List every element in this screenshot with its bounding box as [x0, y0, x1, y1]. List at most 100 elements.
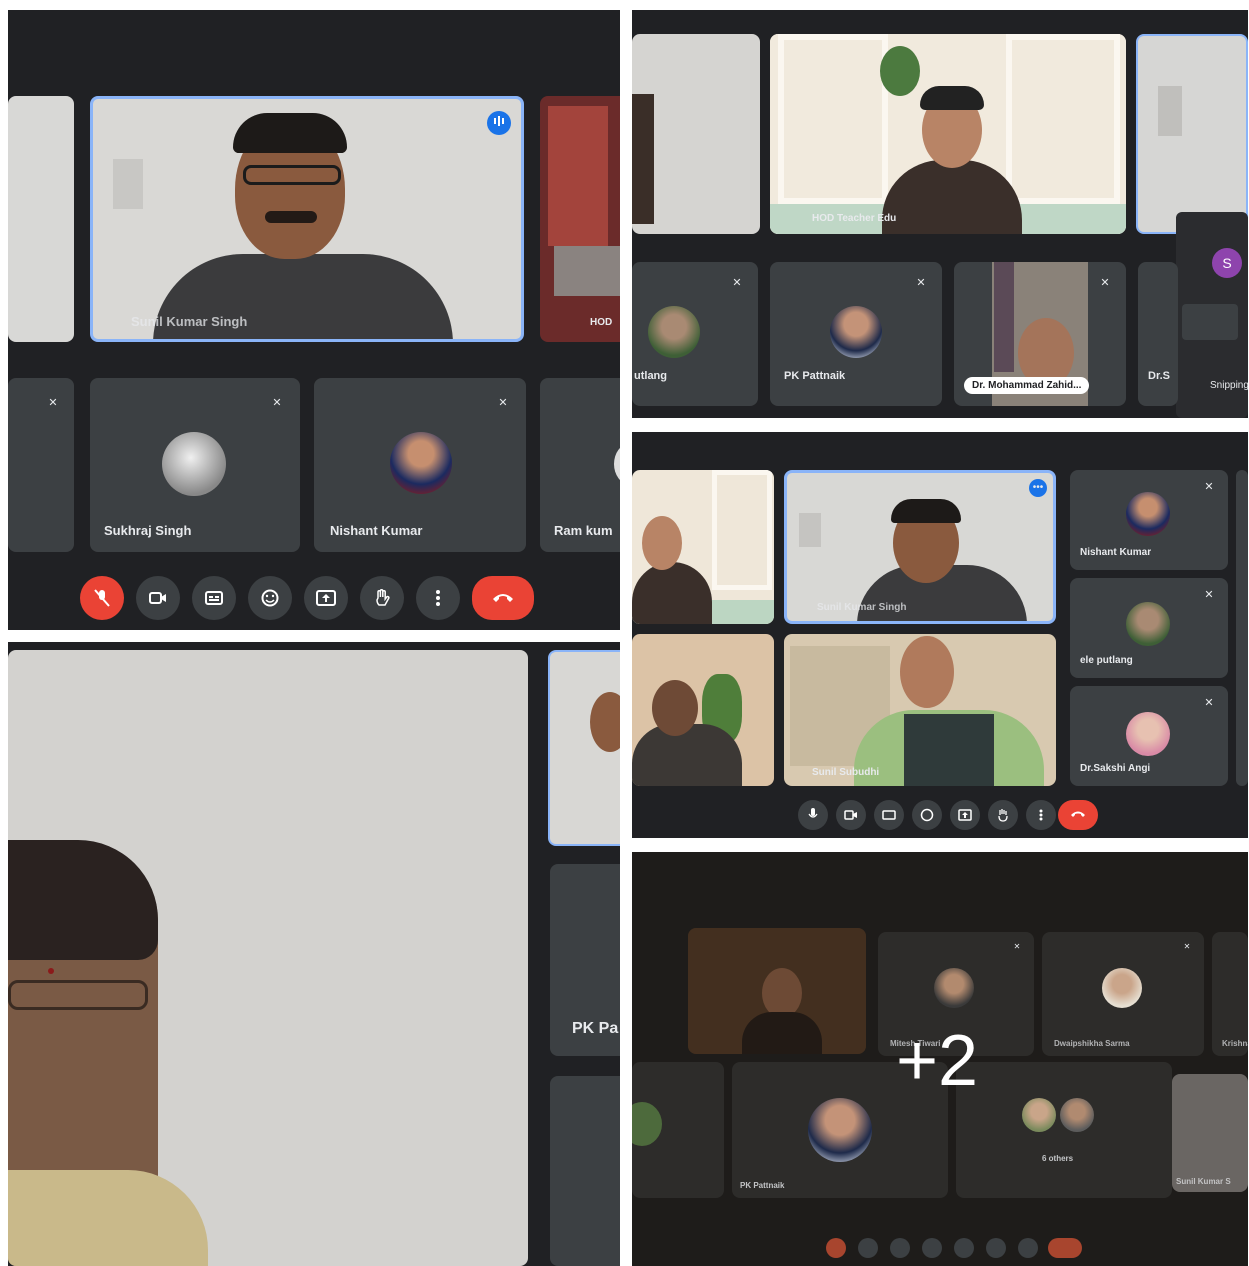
participant-video[interactable] — [632, 470, 774, 624]
present-button[interactable] — [950, 800, 980, 830]
avatar — [162, 432, 226, 496]
participant-tile-cut[interactable] — [1236, 470, 1248, 786]
participant-tile[interactable]: 6 others — [956, 1062, 1172, 1198]
mic-off-button[interactable] — [826, 1238, 846, 1258]
participant-name: Ram kum — [554, 523, 613, 538]
participant-name: Dwaipshikha Sarma — [1054, 1039, 1130, 1048]
avatar — [614, 444, 620, 484]
participant-tile[interactable]: Ram kum — [540, 378, 620, 552]
participant-tile[interactable]: ✕ Nishant Kumar — [314, 378, 526, 552]
participant-video[interactable] — [548, 650, 620, 846]
participant-name: Dr. Mohammad Zahid... — [964, 377, 1090, 394]
side-tile-label: HOD — [590, 317, 613, 328]
emoji-button[interactable] — [922, 1238, 942, 1258]
mic-off-icon: ✕ — [48, 397, 58, 409]
avatar — [830, 306, 882, 358]
mic-button[interactable] — [798, 800, 828, 830]
participant-video[interactable] — [688, 928, 866, 1054]
avatar: S — [1212, 248, 1242, 278]
end-call-button[interactable] — [1048, 1238, 1082, 1258]
avatar — [808, 1098, 872, 1162]
avatar — [648, 306, 700, 358]
active-speaker-video[interactable] — [8, 650, 528, 1266]
hidden-photos-count[interactable]: +2 — [896, 1020, 978, 1102]
participant-name: Sukhraj Singh — [104, 523, 192, 538]
avatar — [1126, 602, 1170, 646]
popup-menu[interactable]: S Snipping — [1176, 212, 1248, 418]
participant-tile[interactable] — [632, 1062, 724, 1198]
avatar — [632, 1102, 662, 1146]
participant-video-right[interactable] — [1136, 34, 1248, 234]
participant-name: Krishna — [1222, 1039, 1248, 1048]
mic-off-icon: ✕ — [1204, 697, 1214, 709]
participant-tile[interactable]: Krishna — [1212, 932, 1248, 1056]
participant-tile[interactable]: ✕ utlang — [632, 262, 758, 406]
participant-tile[interactable]: ✕ Dr.Sakshi Angi — [1070, 686, 1228, 786]
hand-button[interactable] — [360, 576, 404, 620]
participant-tile[interactable]: ✕ Nishant Kumar — [1070, 470, 1228, 570]
avatar — [1126, 492, 1170, 536]
participant-name: 6 others — [1042, 1154, 1074, 1163]
mic-off-icon: ✕ — [916, 277, 926, 289]
end-call-button[interactable] — [472, 576, 534, 620]
participant-name: Sunil Kumar S — [1176, 1177, 1231, 1186]
present-button[interactable] — [304, 576, 348, 620]
panel-top-left: Sunil Kumar Singh HOD ✕ ✕ Sukhraj Singh … — [8, 10, 620, 630]
panel-middle-right: ••• Sunil Kumar Singh Sunil Subudhi ✕ Ni… — [632, 432, 1248, 838]
active-speaker-video[interactable]: ••• Sunil Kumar Singh — [784, 470, 1056, 624]
mic-off-icon: ✕ — [1183, 942, 1191, 951]
panel-bottom-left: PK Pa — [8, 642, 620, 1266]
emoji-button[interactable] — [248, 576, 292, 620]
speaker-name-label: Sunil Kumar Singh — [131, 314, 248, 329]
captions-button[interactable] — [874, 800, 904, 830]
participant-tile-left-edge[interactable] — [8, 96, 74, 342]
more-options-button[interactable] — [1018, 1238, 1038, 1258]
participant-name: PK Pattnaik — [784, 370, 846, 382]
mic-off-icon: ✕ — [272, 397, 282, 409]
participant-video[interactable] — [632, 634, 774, 786]
camera-button[interactable] — [136, 576, 180, 620]
participant-name: PK Pa — [572, 1020, 619, 1037]
captions-button[interactable] — [192, 576, 236, 620]
captions-button[interactable] — [890, 1238, 910, 1258]
participant-tile[interactable] — [550, 1076, 620, 1266]
more-options-button[interactable] — [1026, 800, 1056, 830]
participant-tile[interactable]: ✕ Sukhraj Singh — [90, 378, 300, 552]
participant-tile[interactable]: PK Pa — [550, 864, 620, 1056]
participant-name: Nishant Kumar — [330, 523, 423, 538]
avatar — [1022, 1098, 1056, 1132]
participant-tile-cut[interactable]: ✕ — [8, 378, 74, 552]
active-speaker-video[interactable]: Sunil Kumar Singh — [90, 96, 524, 342]
speaker-name-label: HOD Teacher Edu — [812, 213, 897, 224]
active-speaker-video[interactable]: HOD Teacher Edu — [770, 34, 1126, 234]
participant-tile[interactable]: ✕ ele putlang — [1070, 578, 1228, 678]
mic-off-button[interactable] — [80, 576, 124, 620]
participant-name: Nishant Kumar — [1080, 547, 1152, 558]
camera-button[interactable] — [858, 1238, 878, 1258]
camera-button[interactable] — [836, 800, 866, 830]
more-icon[interactable]: ••• — [1029, 479, 1047, 497]
mic-off-icon: ✕ — [1204, 481, 1214, 493]
participant-name: Dr.S — [1148, 370, 1171, 382]
more-options-button[interactable] — [416, 576, 460, 620]
present-button[interactable] — [954, 1238, 974, 1258]
participant-video[interactable]: Sunil Subudhi — [784, 634, 1056, 786]
mic-off-icon: ✕ — [498, 397, 508, 409]
emoji-button[interactable] — [912, 800, 942, 830]
participant-tile[interactable]: Dr.S — [1138, 262, 1178, 406]
participant-name: utlang — [634, 370, 667, 382]
avatar — [390, 432, 452, 494]
hand-button[interactable] — [986, 1238, 1006, 1258]
participant-tile[interactable]: ✕ Dwaipshikha Sarma — [1042, 932, 1204, 1056]
participant-tile[interactable]: ✕ Dr. Mohammad Zahid... — [954, 262, 1126, 406]
panel-bottom-right: ✕ Mitesh Tiwari ✕ Dwaipshikha Sarma Kris… — [632, 852, 1248, 1266]
side-video-tile[interactable]: HOD — [540, 96, 620, 342]
end-call-button[interactable] — [1058, 800, 1098, 830]
participant-video-left[interactable] — [632, 34, 760, 234]
participant-video[interactable]: Sunil Kumar S — [1172, 1074, 1248, 1192]
participant-tile[interactable]: ✕ PK Pattnaik — [770, 262, 942, 406]
hand-button[interactable] — [988, 800, 1018, 830]
speaker-name-label: Sunil Kumar Singh — [817, 602, 907, 613]
audio-level-icon — [487, 111, 511, 135]
popup-item-label[interactable]: Snipping — [1210, 380, 1248, 391]
